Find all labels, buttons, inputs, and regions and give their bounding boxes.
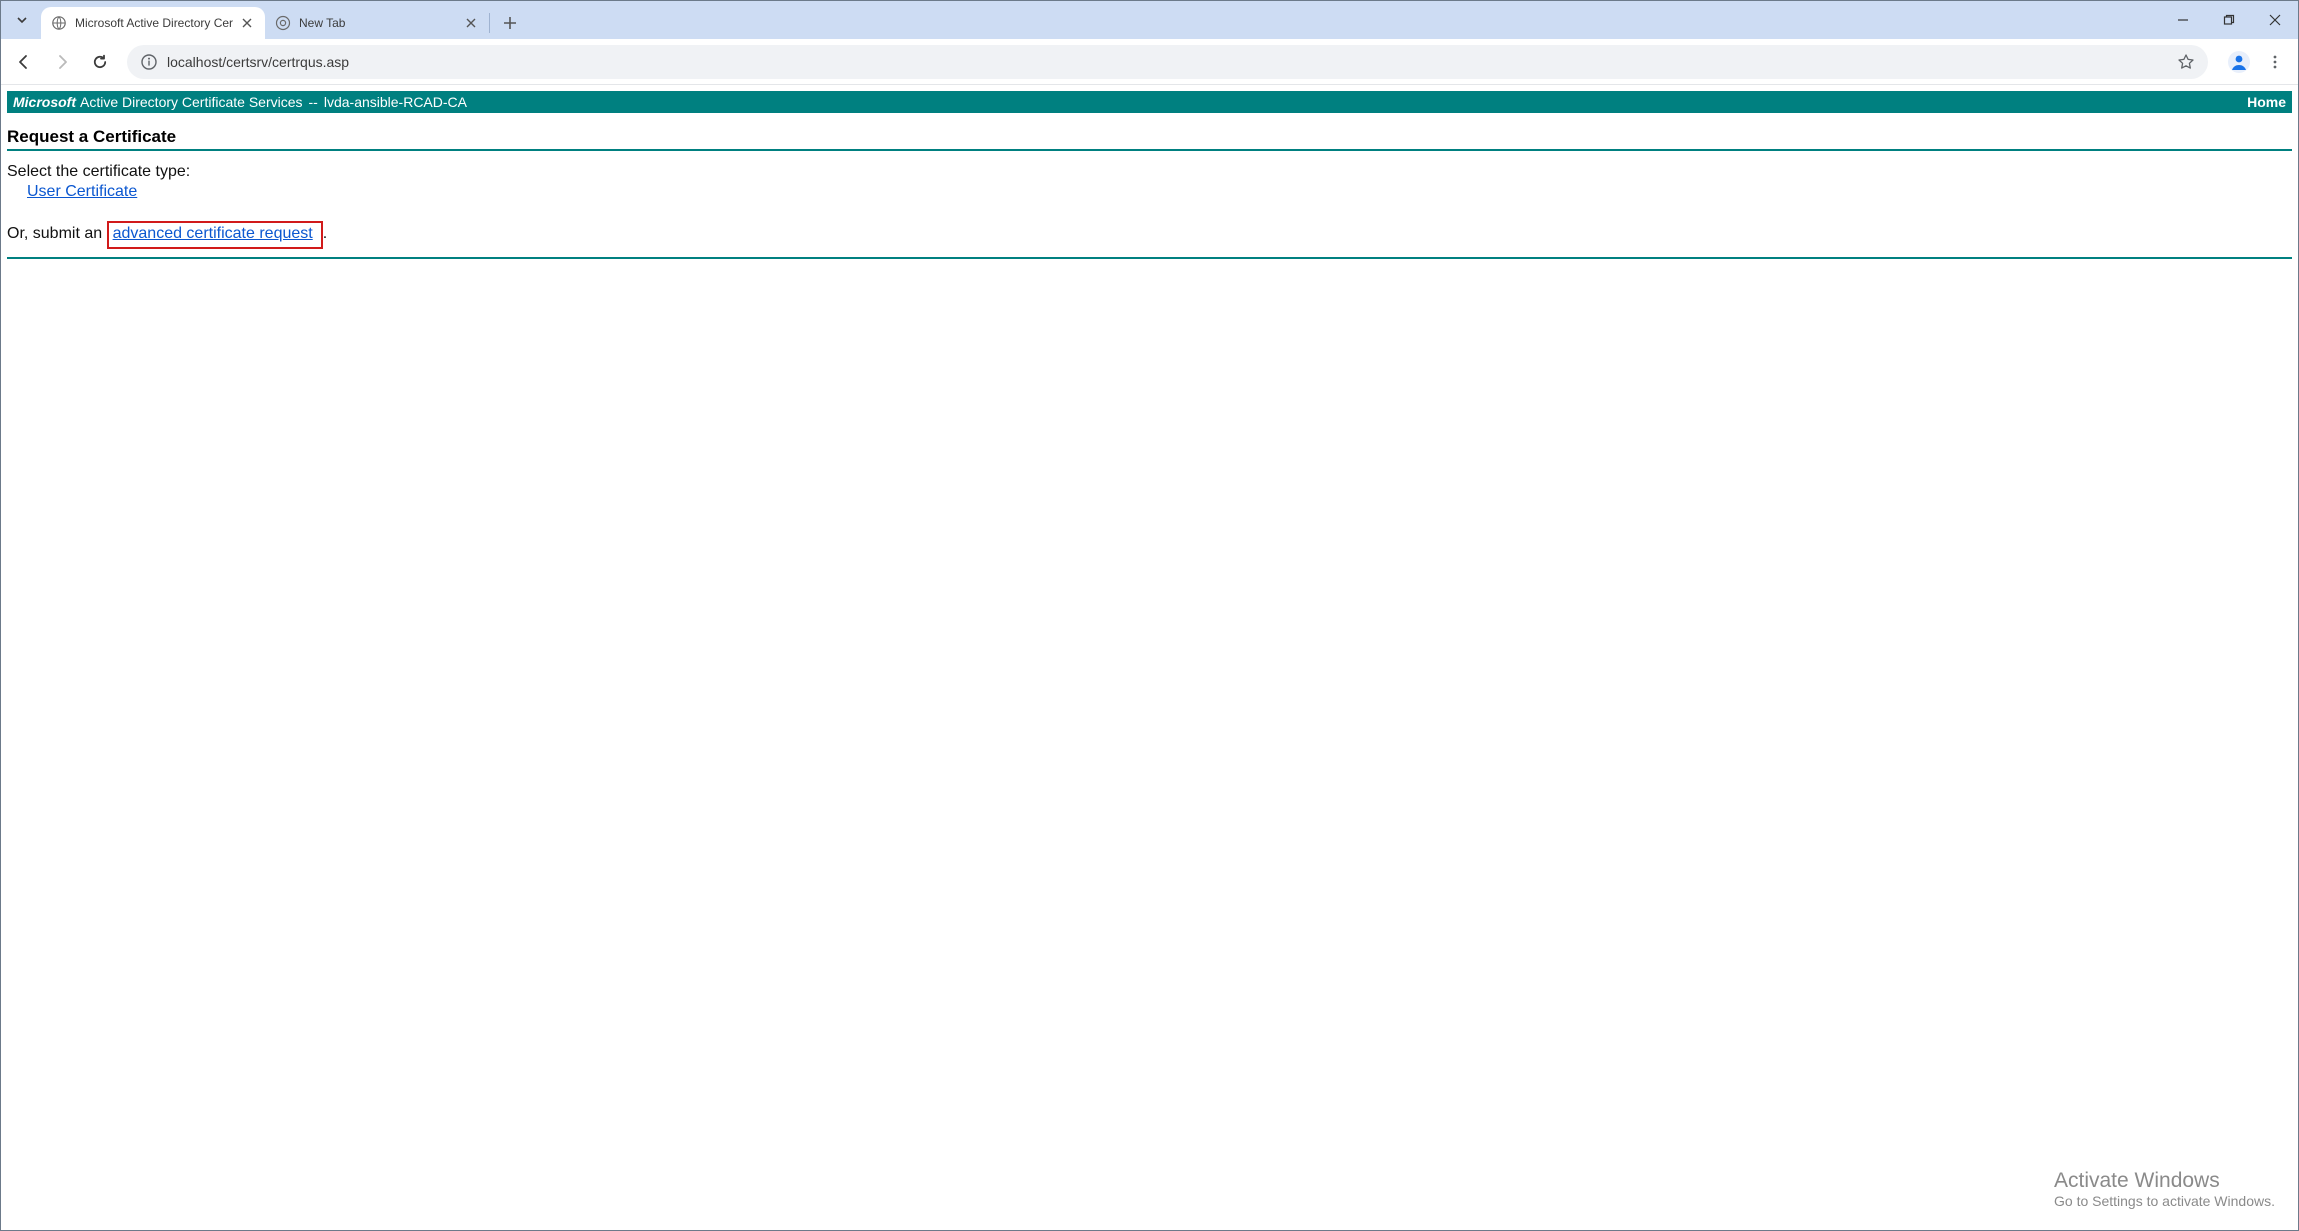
address-bar[interactable]: localhost/certsrv/certrqus.asp <box>127 45 2208 79</box>
tab-title: Microsoft Active Directory Certi <box>75 16 233 30</box>
nav-back-button[interactable] <box>7 45 41 79</box>
service-label: Active Directory Certificate Services <box>80 94 303 110</box>
window-maximize-button[interactable] <box>2206 1 2252 39</box>
site-info-icon[interactable] <box>137 50 161 74</box>
window-minimize-button[interactable] <box>2160 1 2206 39</box>
tab-close-button[interactable] <box>239 15 255 31</box>
chrome-icon <box>275 15 291 31</box>
globe-icon <box>51 15 67 31</box>
certsrv-topbar: Microsoft Active Directory Certificate S… <box>7 91 2292 113</box>
tabs-dropdown-button[interactable] <box>9 7 35 33</box>
user-certificate-link[interactable]: User Certificate <box>27 183 137 200</box>
topbar-separator: -- <box>309 94 318 110</box>
browser-menu-button[interactable] <box>2258 45 2292 79</box>
url-text[interactable]: localhost/certsrv/certrqus.asp <box>167 54 2174 70</box>
nav-forward-button[interactable] <box>45 45 79 79</box>
tab-active[interactable]: Microsoft Active Directory Certi <box>41 7 265 39</box>
or-prefix-text: Or, submit an <box>7 225 107 242</box>
or-submit-line: Or, submit an advanced certificate reque… <box>7 221 2292 249</box>
advanced-request-link[interactable]: advanced certificate request <box>113 225 313 242</box>
tab-inactive[interactable]: New Tab <box>265 7 489 39</box>
watermark-line2: Go to Settings to activate Windows. <box>2054 1193 2275 1209</box>
watermark-line1: Activate Windows <box>2054 1169 2275 1193</box>
window-close-button[interactable] <box>2252 1 2298 39</box>
tab-title: New Tab <box>299 16 457 30</box>
new-tab-button[interactable] <box>496 9 524 37</box>
or-suffix-text: . <box>323 225 327 242</box>
page-heading: Request a Certificate <box>7 127 2292 147</box>
nav-reload-button[interactable] <box>83 45 117 79</box>
highlight-box: advanced certificate request <box>107 221 323 249</box>
tab-close-button[interactable] <box>463 15 479 31</box>
profile-avatar-button[interactable] <box>2224 47 2254 77</box>
home-link[interactable]: Home <box>2247 94 2286 110</box>
page-content: Microsoft Active Directory Certificate S… <box>1 85 2298 265</box>
bookmark-star-icon[interactable] <box>2174 50 2198 74</box>
window-controls <box>2160 1 2298 39</box>
bottom-rule <box>7 257 2292 259</box>
windows-activation-watermark: Activate Windows Go to Settings to activ… <box>2054 1169 2275 1209</box>
heading-rule <box>7 149 2292 151</box>
brand-label: Microsoft <box>13 94 76 110</box>
select-type-label: Select the certificate type: <box>7 163 2292 181</box>
ca-name-label: lvda-ansible-RCAD-CA <box>324 94 467 110</box>
browser-toolbar: localhost/certsrv/certrqus.asp <box>1 39 2298 85</box>
tab-separator <box>489 13 490 33</box>
browser-tabstrip: Microsoft Active Directory Certi New Tab <box>1 1 2298 39</box>
